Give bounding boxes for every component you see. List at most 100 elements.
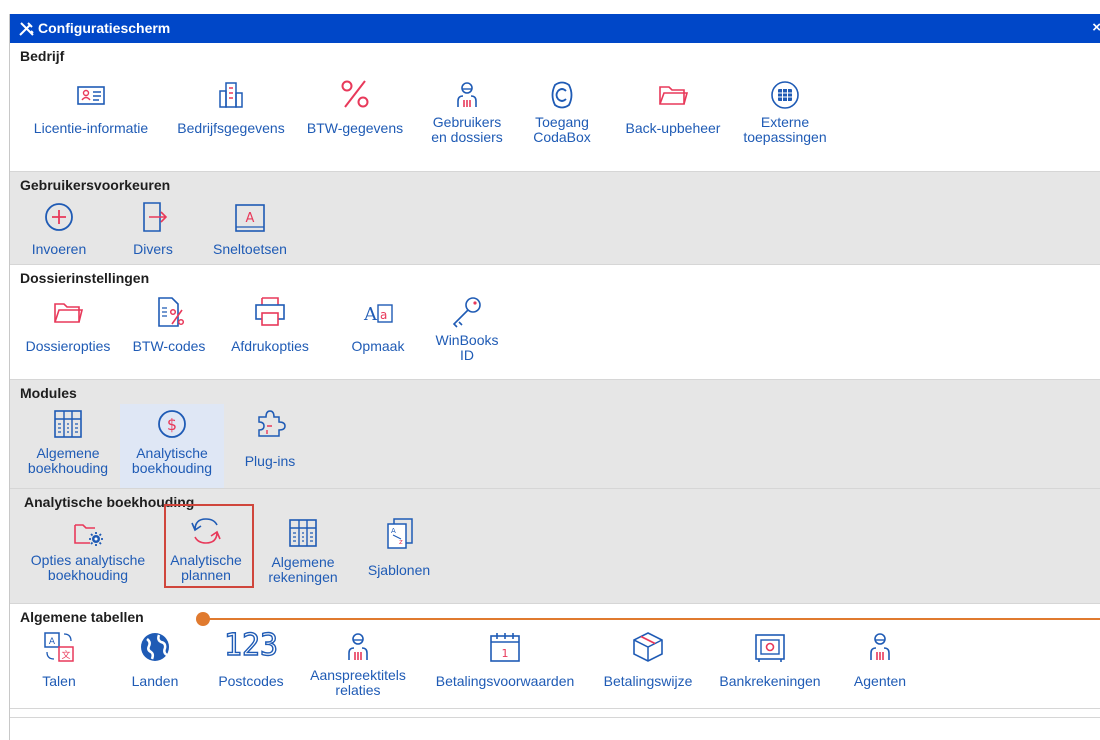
ledger-icon xyxy=(54,410,82,438)
close-button[interactable]: × xyxy=(1092,19,1100,36)
analytische-label-1: Analytische xyxy=(136,445,208,461)
plus-circle-icon xyxy=(45,203,73,231)
callout-dot xyxy=(196,612,210,626)
section-analytische-boekhouding: Analytische boekhouding Opties analytisc… xyxy=(10,489,1100,604)
divers-label: Divers xyxy=(133,241,173,257)
window-title: Configuratiescherm xyxy=(38,20,171,36)
talen-label: Talen xyxy=(42,673,76,689)
rekeningen-label-1: Algemene xyxy=(271,554,335,570)
section-gebruikersvoorkeuren: Gebruikersvoorkeuren Invoeren Divers A S… xyxy=(10,172,1100,265)
svg-text:A: A xyxy=(391,527,396,535)
btw-codes-button[interactable]: BTW-codes xyxy=(126,295,212,354)
sjablonen-label: Sjablonen xyxy=(367,562,431,578)
bankrekeningen-button[interactable]: Bankrekeningen xyxy=(710,630,830,689)
btw-gegevens-button[interactable]: BTW-gegevens xyxy=(300,77,410,136)
sjablonen-button[interactable]: A z Sjablonen xyxy=(356,517,442,578)
plug-ins-label: Plug-ins xyxy=(244,453,296,469)
globe-icon xyxy=(141,633,169,661)
svg-text:文: 文 xyxy=(61,649,70,661)
ledger-icon xyxy=(289,519,317,547)
user-icon xyxy=(870,633,890,660)
algemene-boekhouding-module-button[interactable]: Algemene boekhouding xyxy=(16,408,120,476)
folder-gear-icon xyxy=(74,524,103,546)
plug-ins-button[interactable]: Plug-ins xyxy=(228,408,312,469)
landen-button[interactable]: Landen xyxy=(118,630,192,689)
agenten-button[interactable]: Agenten xyxy=(840,630,920,689)
users-icon xyxy=(457,82,477,107)
dollar-circle-icon: $ xyxy=(158,410,186,438)
aanspreektitels-label-1: Aanspreektitels xyxy=(310,667,406,683)
svg-text:A: A xyxy=(363,304,378,325)
font-icon: A a xyxy=(363,304,393,325)
betalingsvoorwaarden-button[interactable]: 1 Betalingsvoorwaarden xyxy=(424,630,586,689)
svg-text:A: A xyxy=(246,211,255,226)
betalingsvoorwaarden-label: Betalingsvoorwaarden xyxy=(435,673,575,689)
bedrijfsgegevens-button[interactable]: Bedrijfsgegevens xyxy=(167,79,295,136)
svg-text:z: z xyxy=(399,538,403,546)
divers-button[interactable]: Divers xyxy=(118,200,188,257)
externe-toepassingen-button[interactable]: Externe toepassingen xyxy=(728,79,842,145)
algemene-label-1: Algemene xyxy=(36,445,100,461)
invoeren-label: Invoeren xyxy=(31,241,87,257)
percent-document-icon xyxy=(158,297,185,327)
externe-label-2: toepassingen xyxy=(743,129,827,145)
gebruikers-label-1: Gebruikers xyxy=(432,114,502,130)
gebruikers-dossiers-button[interactable]: Gebruikers en dossiers xyxy=(417,79,517,145)
bedrijfsgegevens-label: Bedrijfsgegevens xyxy=(177,120,285,136)
licentie-informatie-label: Licentie-informatie xyxy=(33,120,149,136)
title-bar: Configuratiescherm × xyxy=(10,14,1100,43)
key-icon xyxy=(452,297,481,328)
analytische-label-2: boekhouding xyxy=(131,460,213,476)
talen-button[interactable]: A 文 Talen xyxy=(22,630,96,689)
percent-icon xyxy=(341,80,369,108)
codabox-label-1: Toegang xyxy=(535,114,589,130)
folder-icon xyxy=(54,303,84,323)
building-icon xyxy=(219,82,243,108)
landen-label: Landen xyxy=(131,673,179,689)
opmaak-label: Opmaak xyxy=(351,338,405,354)
opmaak-button[interactable]: A a Opmaak xyxy=(338,295,418,354)
licentie-informatie-button[interactable]: Licentie-informatie xyxy=(18,79,164,136)
package-icon xyxy=(633,632,663,662)
analytische-boekhouding-module-button[interactable]: $ Analytische boekhouding xyxy=(122,408,222,476)
winbooks-label-2: ID xyxy=(460,347,474,363)
aanspreektitels-relaties-button[interactable]: Aanspreektitels relaties xyxy=(302,630,414,698)
postcodes-button[interactable]: 123 Postcodes xyxy=(206,627,296,689)
configuration-window: Configuratiescherm × Bedrijf Licentie-in… xyxy=(9,14,1100,740)
svg-text:A: A xyxy=(49,637,56,647)
sneltoetsen-button[interactable]: A Sneltoetsen xyxy=(202,200,298,257)
section-title-modules: Modules xyxy=(20,385,77,401)
opties-analytische-boekhouding-button[interactable]: Opties analytische boekhouding xyxy=(20,517,156,583)
betalingswijze-button[interactable]: Betalingswijze xyxy=(594,630,702,689)
svg-text:$: $ xyxy=(167,415,177,434)
bankrekeningen-label: Bankrekeningen xyxy=(719,673,821,689)
section-modules: Modules Algemene boekhouding $ Analytisc… xyxy=(10,380,1100,489)
dossieropties-button[interactable]: Dossieropties xyxy=(18,295,118,354)
section-title-gebruikersvoorkeuren: Gebruikersvoorkeuren xyxy=(20,177,171,193)
algemene-rekeningen-button[interactable]: Algemene rekeningen xyxy=(264,517,342,585)
dossieropties-label: Dossieropties xyxy=(25,338,111,354)
folder-icon xyxy=(659,86,689,105)
back-upbeheer-button[interactable]: Back-upbeheer xyxy=(613,79,733,136)
invoeren-button[interactable]: Invoeren xyxy=(22,200,96,257)
algemene-label-2: boekhouding xyxy=(27,460,109,476)
svg-text:1: 1 xyxy=(502,647,509,660)
opties-label-1: Opties analytische xyxy=(30,552,146,568)
apps-grid-icon xyxy=(771,81,799,109)
back-upbeheer-label: Back-upbeheer xyxy=(625,120,721,136)
afdrukopties-label: Afdrukopties xyxy=(231,338,309,354)
keyboard-key-icon: A xyxy=(235,204,265,232)
winbooks-id-button[interactable]: WinBooks ID xyxy=(424,295,510,363)
printer-icon xyxy=(255,297,285,326)
toegang-codabox-button[interactable]: Toegang CodaBox xyxy=(518,79,606,145)
winbooks-label-1: WinBooks xyxy=(435,332,499,348)
codabox-icon xyxy=(551,81,573,109)
id-card-icon xyxy=(77,86,105,105)
sneltoetsen-label: Sneltoetsen xyxy=(213,241,287,257)
section-title-bedrijf: Bedrijf xyxy=(20,48,65,64)
safe-icon xyxy=(755,634,785,662)
afdrukopties-button[interactable]: Afdrukopties xyxy=(218,295,322,354)
sort-az-icon: A z xyxy=(387,518,413,549)
door-arrow-icon xyxy=(143,202,168,232)
btw-gegevens-label: BTW-gegevens xyxy=(306,120,404,136)
